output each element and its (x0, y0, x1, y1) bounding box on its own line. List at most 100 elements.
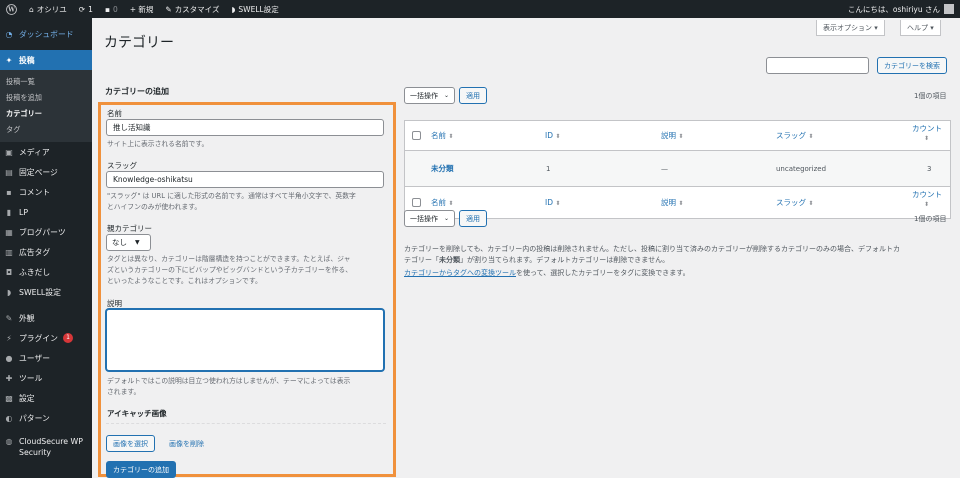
patterns-icon: ◐ (5, 413, 13, 423)
menu-lp[interactable]: ▮ LP (0, 202, 92, 222)
divider (106, 423, 386, 424)
menu-pages[interactable]: ▤ 固定ページ (0, 162, 92, 182)
col-slug-footer[interactable]: スラッグ ⬍ (776, 197, 813, 208)
slug-description-1: "スラッグ" は URL に適した形式の名前です。通常はすべて半角小文字で、英数… (107, 192, 356, 200)
posts-submenu: 投稿一覧 投稿を追加 カテゴリー タグ (0, 70, 92, 142)
col-id-header[interactable]: ID ⬍ (545, 131, 560, 140)
ad-tag-icon: ▥ (5, 247, 13, 257)
category-slug: uncategorized (776, 164, 827, 173)
parent-category-select[interactable]: なし ▼ (106, 234, 151, 251)
slug-field[interactable]: Knowledge-oshikatsu (106, 171, 384, 188)
sort-icon: ⬍ (924, 201, 930, 208)
submenu-add-post[interactable]: 投稿を追加 (0, 90, 92, 106)
category-description: — (661, 164, 668, 173)
add-category-submit-button[interactable]: カテゴリーの追加 (106, 461, 176, 478)
items-count-top: 1個の項目 (914, 92, 947, 100)
bulk-actions-top: 一括操作 ⌄ 適用 (404, 87, 488, 104)
menu-tools[interactable]: ✚ ツール (0, 368, 92, 388)
new-content-link[interactable]: + 新規 (124, 0, 160, 18)
admin-sidebar: ◔ ダッシュボード ✦ 投稿 投稿一覧 投稿を追加 カテゴリー タグ ▣ メディア… (0, 18, 92, 478)
select-all-checkbox[interactable] (412, 131, 421, 140)
menu-dashboard[interactable]: ◔ ダッシュボード (0, 18, 92, 50)
swell-icon: ◗ (6, 287, 12, 297)
apply-button-top[interactable]: 適用 (459, 87, 488, 104)
updates-link[interactable]: ⟳ 1 (73, 0, 99, 18)
table-row: 未分類 1 — uncategorized 3 (405, 151, 950, 187)
site-name-link[interactable]: ⌂ オシリユ (23, 0, 73, 18)
wordpress-logo-icon[interactable]: W (0, 0, 23, 18)
help-button[interactable]: ヘルプ ▾ (900, 20, 941, 36)
menu-settings[interactable]: ▩ 設定 (0, 388, 92, 408)
menu-blog-parts[interactable]: ▦ ブログパーツ (0, 222, 92, 242)
col-count-footer[interactable]: カウント ⬍ (912, 190, 942, 209)
menu-comments[interactable]: ▪ コメント (0, 182, 92, 202)
category-name-link[interactable]: 未分類 (431, 163, 454, 174)
parent-category-label: 親カテゴリー (107, 224, 152, 233)
menu-media[interactable]: ▣ メディア (0, 142, 92, 162)
balloon-icon: ◘ (5, 267, 13, 277)
apply-button-bottom[interactable]: 適用 (459, 210, 488, 227)
description-textarea[interactable] (106, 309, 384, 371)
delete-note-1: カテゴリーを削除しても、カテゴリー内の投稿は削除されません。ただし、投稿に割り当… (404, 245, 901, 253)
col-name-footer[interactable]: 名前 ⬍ (431, 197, 453, 208)
col-description-footer[interactable]: 説明 ⬍ (661, 197, 683, 208)
name-field[interactable]: 推し活知識 (106, 119, 384, 136)
sort-icon: ⬍ (808, 200, 814, 207)
cloudsecure-icon: ◍ (5, 437, 13, 446)
select-all-checkbox-footer[interactable] (412, 198, 421, 207)
svg-text:W: W (7, 6, 15, 13)
submenu-categories[interactable]: カテゴリー (0, 106, 92, 122)
select-image-button[interactable]: 画像を選択 (106, 435, 155, 452)
swell-settings-link[interactable]: ◗ SWELL設定 (225, 0, 284, 18)
search-categories-button[interactable]: カテゴリーを検索 (877, 57, 947, 74)
sort-icon: ⬍ (448, 200, 454, 207)
swell-icon: ◗ (231, 4, 236, 14)
submenu-all-posts[interactable]: 投稿一覧 (0, 74, 92, 90)
menu-users[interactable]: ● ユーザー (0, 348, 92, 368)
category-id: 1 (546, 164, 551, 173)
screen-options-button[interactable]: 表示オプション ▾ (816, 20, 885, 36)
sort-icon: ⬍ (924, 135, 930, 142)
convert-note: カテゴリーからタグへの変換ツールを使って、選択したカテゴリーをタグに変換できます… (404, 269, 690, 277)
col-description-header[interactable]: 説明 ⬍ (661, 130, 683, 141)
submenu-tags[interactable]: タグ (0, 122, 92, 138)
lp-icon: ▮ (6, 207, 12, 217)
blog-parts-icon: ▦ (5, 227, 13, 237)
brush-icon: ✎ (165, 4, 172, 14)
menu-plugins[interactable]: ⚡ プラグイン 1 (0, 328, 92, 348)
sort-icon: ⬍ (678, 200, 684, 207)
chevron-down-icon: ⌄ (444, 215, 450, 222)
menu-ad-tags[interactable]: ▥ 広告タグ (0, 242, 92, 262)
add-category-form-highlight: 名前 推し活知識 サイト上に表示される名前です。 スラッグ Knowledge-… (98, 102, 396, 478)
col-count-header[interactable]: カウント ⬍ (912, 124, 942, 143)
menu-posts[interactable]: ✦ 投稿 (0, 50, 92, 70)
parent-description-1: タグとは異なり、カテゴリーは階層構造を持つことができます。たとえば、ジャ (107, 255, 351, 263)
col-slug-header[interactable]: スラッグ ⬍ (776, 130, 813, 141)
col-name-header[interactable]: 名前 ⬍ (431, 130, 453, 141)
media-icon: ▣ (5, 147, 13, 157)
description-note-2: されます。 (107, 388, 141, 396)
my-account[interactable]: こんにちは、oshiriyu さん (848, 4, 960, 15)
pin-icon: ✦ (5, 55, 13, 65)
user-icon: ● (5, 353, 13, 363)
customize-link[interactable]: ✎ カスタマイズ (159, 0, 225, 18)
sort-icon: ⬍ (555, 133, 561, 140)
search-input[interactable] (766, 57, 869, 74)
updates-icon: ⟳ (78, 4, 86, 14)
admin-bar: W ⌂ オシリユ ⟳ 1 ▪ 0 + 新規 ✎ カスタマイズ ◗ SWELL設定… (0, 0, 960, 18)
menu-patterns[interactable]: ◐ パターン (0, 408, 92, 428)
comments-link[interactable]: ▪ 0 (99, 0, 124, 18)
home-icon: ⌂ (29, 4, 34, 14)
menu-balloons[interactable]: ◘ ふきだし (0, 262, 92, 282)
category-count[interactable]: 3 (927, 165, 931, 173)
remove-image-button[interactable]: 画像を削除 (169, 439, 204, 449)
menu-swell-settings[interactable]: ◗ SWELL設定 (0, 282, 92, 302)
menu-cloudsecure[interactable]: ◍ CloudSecure WP Security (0, 432, 92, 462)
bulk-action-select-bottom[interactable]: 一括操作 ⌄ (404, 210, 456, 227)
menu-appearance[interactable]: ✎ 外観 (0, 308, 92, 328)
col-id-footer[interactable]: ID ⬍ (545, 198, 560, 207)
add-category-heading: カテゴリーの追加 (105, 87, 169, 96)
sort-icon: ⬍ (678, 133, 684, 140)
category-to-tag-converter-link[interactable]: カテゴリーからタグへの変換ツール (404, 269, 516, 277)
bulk-action-select-top[interactable]: 一括操作 ⌄ (404, 87, 456, 104)
